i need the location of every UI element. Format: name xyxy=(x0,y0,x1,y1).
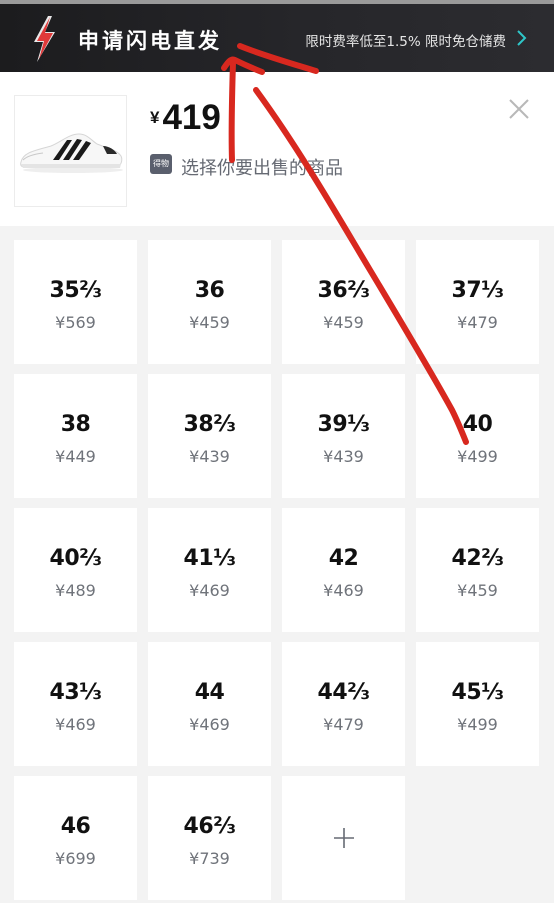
size-option[interactable]: 40⅔ ¥489 xyxy=(14,508,137,632)
add-size-button[interactable] xyxy=(282,776,405,900)
size-price: ¥499 xyxy=(457,715,498,734)
product-image xyxy=(14,95,127,207)
size-label: 37⅓ xyxy=(451,278,504,303)
size-price: ¥449 xyxy=(55,447,96,466)
sneaker-image xyxy=(20,133,123,173)
select-product-hint: 选择你要出售的商品 xyxy=(181,158,343,179)
size-label: 40 xyxy=(462,412,493,437)
size-label: 44 xyxy=(194,680,225,705)
size-label: 42 xyxy=(328,546,359,571)
lightning-bolt-icon xyxy=(34,16,55,62)
size-price: ¥469 xyxy=(55,715,96,734)
size-option[interactable]: 45⅓ ¥499 xyxy=(416,642,539,766)
size-option[interactable]: 36 ¥459 xyxy=(148,240,271,364)
size-price: ¥479 xyxy=(457,313,498,332)
size-label: 43⅓ xyxy=(49,680,102,705)
size-label: 39⅓ xyxy=(317,412,370,437)
size-option[interactable]: 42 ¥469 xyxy=(282,508,405,632)
size-label: 41⅓ xyxy=(183,546,236,571)
size-price: ¥469 xyxy=(189,715,230,734)
size-price: ¥699 xyxy=(55,849,96,868)
close-icon[interactable] xyxy=(508,98,530,120)
product-header: ¥419 得物 选择你要出售的商品 xyxy=(0,72,554,226)
size-label: 42⅔ xyxy=(451,546,504,571)
size-price: ¥459 xyxy=(457,581,498,600)
size-option[interactable]: 37⅓ ¥479 xyxy=(416,240,539,364)
size-label: 38 xyxy=(60,412,91,437)
size-option[interactable]: 46 ¥699 xyxy=(14,776,137,900)
chevron-right-icon[interactable] xyxy=(516,29,528,47)
size-price: ¥469 xyxy=(189,581,230,600)
price-value: 419 xyxy=(162,98,221,137)
size-label: 46⅔ xyxy=(183,814,236,839)
size-label: 46 xyxy=(60,814,91,839)
size-price: ¥439 xyxy=(189,447,230,466)
size-price: ¥739 xyxy=(189,849,230,868)
size-price: ¥479 xyxy=(323,715,364,734)
size-option[interactable]: 39⅓ ¥439 xyxy=(282,374,405,498)
brand-badge: 得物 xyxy=(150,154,172,174)
size-label: 40⅔ xyxy=(49,546,102,571)
size-option[interactable]: 43⅓ ¥469 xyxy=(14,642,137,766)
size-price: ¥489 xyxy=(55,581,96,600)
plus-icon xyxy=(333,828,354,848)
size-option[interactable]: 44 ¥469 xyxy=(148,642,271,766)
size-price: ¥439 xyxy=(323,447,364,466)
size-option[interactable]: 36⅔ ¥459 xyxy=(282,240,405,364)
size-option[interactable]: 40 ¥499 xyxy=(416,374,539,498)
size-price: ¥569 xyxy=(55,313,96,332)
size-label: 36⅔ xyxy=(317,278,370,303)
sell-size-page: 申请闪电直发 限时费率低至1.5% 限时免仓储费 ¥419 得物 选择你要出售的… xyxy=(0,0,554,903)
size-option[interactable]: 41⅓ ¥469 xyxy=(148,508,271,632)
size-option[interactable]: 44⅔ ¥479 xyxy=(282,642,405,766)
flash-shipping-banner[interactable]: 申请闪电直发 限时费率低至1.5% 限时免仓储费 xyxy=(0,0,554,72)
size-label: 36 xyxy=(194,278,225,303)
size-label: 45⅓ xyxy=(451,680,504,705)
size-option[interactable]: 35⅔ ¥569 xyxy=(14,240,137,364)
size-label: 35⅔ xyxy=(49,278,102,303)
size-option[interactable]: 38 ¥449 xyxy=(14,374,137,498)
banner-promo-text: 限时费率低至1.5% 限时免仓储费 xyxy=(305,34,506,50)
size-option[interactable]: 38⅔ ¥439 xyxy=(148,374,271,498)
size-label: 44⅔ xyxy=(317,680,370,705)
size-price: ¥459 xyxy=(189,313,230,332)
size-option[interactable]: 42⅔ ¥459 xyxy=(416,508,539,632)
size-price: ¥499 xyxy=(457,447,498,466)
size-price: ¥459 xyxy=(323,313,364,332)
size-label: 38⅔ xyxy=(183,412,236,437)
banner-title: 申请闪电直发 xyxy=(78,29,222,53)
price-display: ¥419 xyxy=(150,98,221,138)
size-option[interactable]: 46⅔ ¥739 xyxy=(148,776,271,900)
size-grid: 35⅔ ¥569 36 ¥459 36⅔ ¥459 37⅓ ¥479 38 ¥449 38⅔ ¥439… xyxy=(14,240,540,900)
price-currency: ¥ xyxy=(150,108,160,127)
size-price: ¥469 xyxy=(323,581,364,600)
